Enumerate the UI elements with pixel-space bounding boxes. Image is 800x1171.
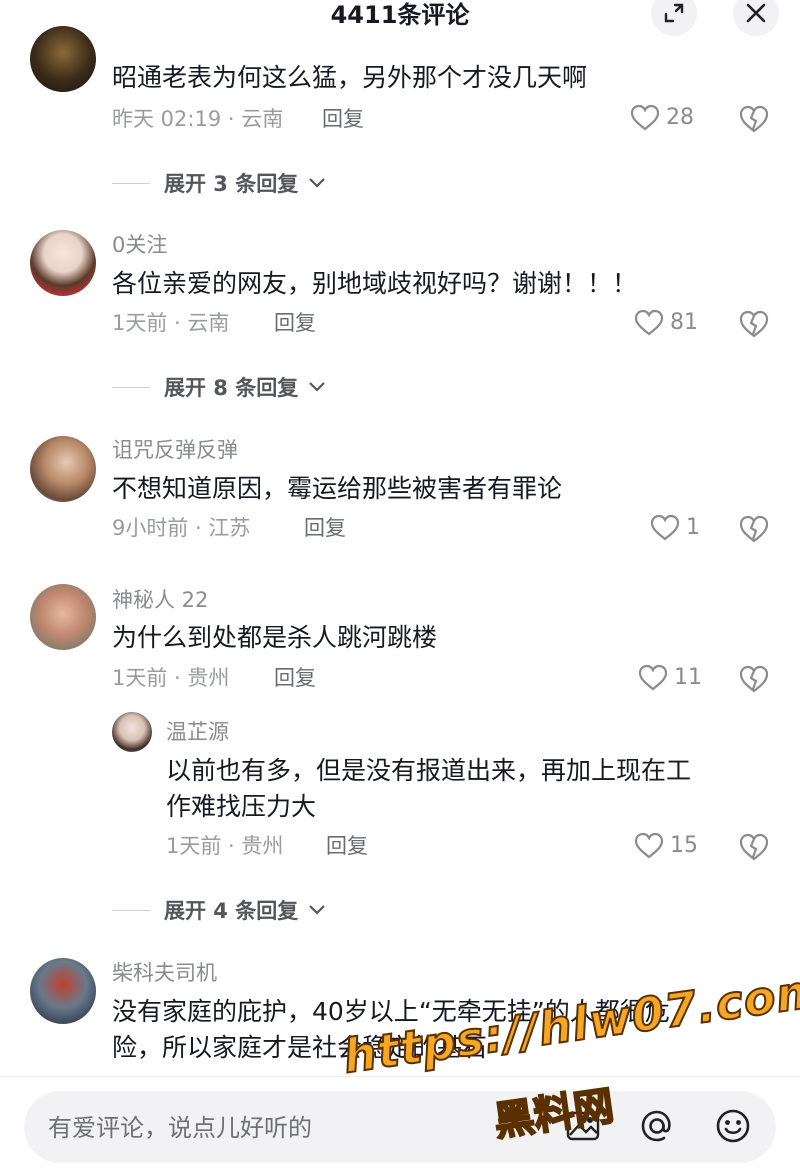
heart-icon — [634, 309, 664, 336]
comment-text: 昭通老表为何这么猛，另外那个才没几天啊 — [112, 63, 588, 92]
comment-input-bar: 有爱评论，说点儿好听的 — [0, 1076, 800, 1171]
reply-button[interactable]: 回复 — [274, 310, 316, 336]
close-icon — [746, 3, 766, 23]
comment-input[interactable]: 有爱评论，说点儿好听的 — [24, 1091, 776, 1163]
comment-input-placeholder: 有爱评论，说点儿好听的 — [48, 1114, 312, 1142]
broken-heart-icon[interactable] — [738, 309, 770, 339]
comment-text-line2: 险，所以家庭才是社会稳定的基石 — [112, 1033, 488, 1062]
divider — [112, 182, 150, 184]
chevron-down-icon — [309, 178, 326, 188]
like-count: 81 — [670, 310, 698, 335]
mention-button[interactable] — [634, 1103, 680, 1149]
reply-avatar[interactable] — [112, 712, 152, 752]
broken-heart-icon[interactable] — [738, 832, 770, 862]
reply-text: 以前也有多，但是没有报道出来，再加上现在工 — [166, 756, 692, 785]
comment-username[interactable]: 神秘人 22 — [112, 587, 208, 613]
reply-meta: 1天前 · 贵州 — [166, 834, 284, 858]
expand-replies-label: 展开 4 条回复 — [164, 899, 299, 923]
comment-username[interactable]: 诅咒反弹反弹 — [112, 437, 238, 463]
heart-icon — [650, 514, 680, 541]
comment-username[interactable]: 0关注 — [112, 232, 167, 258]
like-button[interactable]: 15 — [634, 832, 698, 860]
expand-replies-button[interactable]: 展开 8 条回复 — [112, 372, 326, 402]
close-button[interactable] — [733, 0, 779, 36]
at-icon — [641, 1110, 671, 1142]
divider — [112, 386, 150, 388]
image-button[interactable] — [560, 1103, 606, 1149]
reply-button[interactable]: 回复 — [326, 833, 368, 859]
reply-button[interactable]: 回复 — [322, 106, 364, 132]
chevron-down-icon — [309, 905, 326, 915]
expand-replies-button[interactable]: 展开 4 条回复 — [112, 895, 326, 925]
avatar[interactable] — [30, 230, 96, 296]
reply-button[interactable]: 回复 — [274, 665, 316, 691]
like-button[interactable]: 1 — [650, 514, 700, 542]
comment-meta: 昨天 02:19 · 云南 — [112, 107, 284, 131]
comment-meta: 1天前 · 贵州 — [112, 666, 230, 690]
like-button[interactable]: 11 — [638, 664, 702, 692]
comment-text: 不想知道原因，霉运给那些被害者有罪论 — [112, 474, 563, 503]
like-button[interactable]: 28 — [630, 104, 694, 132]
comment-text: 没有家庭的庇护，40岁以上“无牵无挂”的人都很危 — [112, 997, 670, 1026]
expand-icon — [664, 3, 684, 23]
avatar[interactable] — [30, 584, 96, 650]
comment-username[interactable]: 柴科夫司机 — [112, 960, 217, 986]
emoji-button[interactable] — [710, 1103, 756, 1149]
comment-text: 为什么到处都是杀人跳河跳楼 — [112, 623, 438, 652]
comment-text: 各位亲爱的网友，别地域歧视好吗？谢谢！！！ — [112, 269, 638, 298]
avatar[interactable] — [30, 958, 96, 1024]
broken-heart-icon[interactable] — [738, 514, 770, 544]
comment-meta: 1天前 · 云南 — [112, 311, 230, 335]
image-icon — [566, 1111, 600, 1141]
heart-icon — [638, 664, 668, 691]
emoji-icon — [716, 1109, 750, 1143]
like-count: 1 — [686, 515, 700, 540]
broken-heart-icon[interactable] — [738, 664, 770, 694]
comments-header: 4411条评论 — [0, 0, 800, 36]
avatar[interactable] — [30, 26, 96, 92]
reply-button[interactable]: 回复 — [304, 515, 346, 541]
avatar[interactable] — [30, 436, 96, 502]
reply-text-line2: 作难找压力大 — [166, 792, 317, 821]
divider — [112, 909, 150, 911]
like-count: 28 — [666, 105, 694, 130]
expand-replies-button[interactable]: 展开 3 条回复 — [112, 168, 326, 198]
expand-replies-label: 展开 8 条回复 — [164, 376, 299, 400]
broken-heart-icon[interactable] — [738, 104, 770, 134]
like-count: 15 — [670, 833, 698, 858]
like-button[interactable]: 81 — [634, 309, 698, 337]
heart-icon — [630, 104, 660, 131]
comment-meta: 9小时前 · 江苏 — [112, 516, 251, 540]
reply-username[interactable]: 温芷源 — [166, 719, 229, 745]
chevron-down-icon — [309, 382, 326, 392]
expand-replies-label: 展开 3 条回复 — [164, 172, 299, 196]
heart-icon — [634, 832, 664, 859]
expand-button[interactable] — [651, 0, 697, 36]
like-count: 11 — [674, 665, 702, 690]
